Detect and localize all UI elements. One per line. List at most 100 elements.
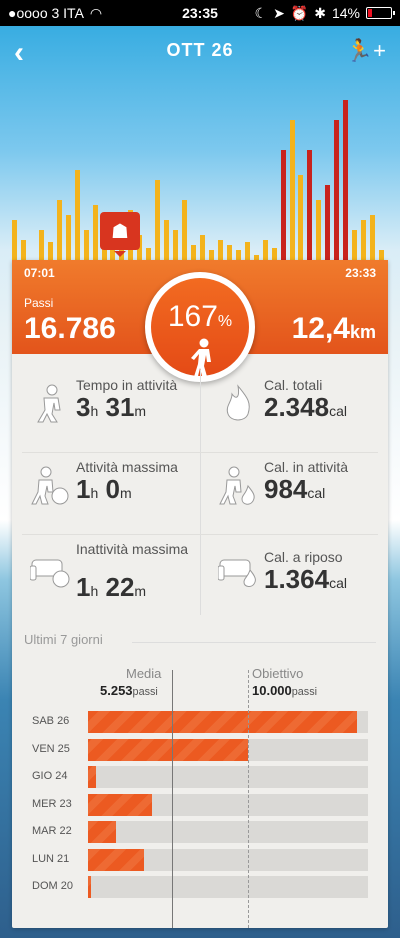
status-bar: ●oooo 3 ITA ◠ 23:35 ☾ ➤ ⏰ ✱ 14% — [0, 0, 400, 26]
day-label: LUN 21 — [32, 852, 70, 865]
meditation-marker-icon[interactable]: ☗ — [100, 212, 140, 257]
distance-number: 12,4 — [291, 312, 350, 345]
runner-icon — [37, 384, 61, 423]
day-label: DOM 20 — [32, 880, 73, 892]
day-bar-fill — [88, 793, 153, 816]
goal-percent-unit: % — [217, 313, 233, 330]
stat-max-activity: Attività massima 1h 0m — [12, 452, 200, 532]
day-bar-fill — [88, 738, 248, 761]
day-label: MAR 22 — [32, 825, 72, 837]
day-bar-track — [88, 738, 368, 761]
day-label: GIO 24 — [32, 770, 68, 782]
page-title: OTT 26 — [166, 40, 234, 60]
goal-progress-circle[interactable]: 167% — [145, 272, 255, 382]
stat-label: Cal. in attività — [264, 459, 349, 475]
moon-icon: ☾ — [254, 4, 268, 21]
goal-line — [248, 670, 249, 928]
day-row[interactable]: MAR 22 — [12, 819, 388, 846]
histogram-bar — [217, 240, 223, 260]
histogram-bar — [155, 180, 161, 260]
day-bar-fill — [88, 766, 97, 788]
goal-label: Obiettivo — [252, 666, 304, 681]
histogram-bar — [235, 250, 241, 260]
end-time: 23:33 — [345, 266, 376, 280]
stat-value: 984cal — [264, 474, 326, 504]
histogram-bar — [146, 248, 152, 260]
stat-label: Tempo in attività — [76, 377, 178, 393]
day-label: SAB 26 — [32, 715, 70, 727]
goal-percent: 167 — [167, 300, 218, 333]
stat-label: Inattività massima — [76, 541, 189, 557]
histogram-bar — [65, 215, 71, 260]
add-activity-icon[interactable]: 🏃+ — [346, 38, 386, 64]
histogram-bar — [316, 200, 322, 260]
summary-panel: 07:01 23:33 Passi 16.786 12,4km 167% Tem… — [12, 260, 388, 928]
day-row[interactable]: VEN 25 — [12, 737, 388, 764]
stat-label: Cal. totali — [264, 377, 323, 393]
stat-value: 1h 0m — [76, 474, 132, 504]
day-bar-track — [88, 711, 368, 733]
stat-label: Cal. a riposo — [264, 549, 343, 565]
histogram-bar — [20, 240, 26, 260]
day-row[interactable]: MER 23 — [12, 792, 388, 819]
histogram-bar — [325, 185, 331, 260]
header: ‹ OTT 26 🏃+ — [0, 26, 400, 76]
day-bar-track — [88, 848, 368, 871]
wifi-icon: ◠ — [89, 4, 103, 21]
day-bar-track — [88, 766, 368, 788]
stat-label: Attività massima — [76, 459, 178, 475]
day-bar-track — [88, 876, 368, 898]
histogram-bar — [173, 230, 179, 260]
histogram-bar — [370, 215, 376, 260]
day-row[interactable]: GIO 24 — [12, 764, 388, 791]
runner-flame-icon — [219, 466, 255, 505]
stat-active-time: Tempo in attività 3h 31m — [12, 370, 200, 450]
stat-value: 2.348cal — [264, 392, 347, 422]
histogram-bar — [12, 220, 17, 260]
histogram-bar — [352, 230, 358, 260]
day-bar-fill — [88, 876, 91, 898]
histogram-bar — [262, 240, 268, 260]
histogram-bar — [226, 245, 232, 260]
histogram-bar — [92, 205, 98, 260]
location-icon: ➤ — [273, 4, 285, 21]
histogram-bar — [280, 150, 286, 260]
histogram-bar — [289, 120, 295, 260]
flame-icon — [226, 384, 250, 421]
histogram-bar — [38, 230, 44, 260]
alarm-icon: ⏰ — [290, 4, 309, 21]
week-title: Ultimi 7 giorni — [24, 632, 103, 647]
distance-unit: km — [349, 322, 376, 342]
day-bar-fill — [88, 848, 144, 871]
stat-value: 1h 22m — [76, 572, 147, 602]
histogram-bar — [379, 250, 385, 260]
day-bar-fill — [88, 711, 357, 733]
histogram-bar — [56, 200, 62, 260]
day-bar-track — [88, 793, 368, 816]
histogram-bar — [334, 120, 340, 260]
stat-active-calories: Cal. in attività 984cal — [200, 452, 388, 532]
distance-value: 12,4km — [292, 312, 376, 346]
sofa-clock-icon — [30, 559, 70, 588]
carrier-label: ●oooo 3 ITA — [8, 5, 84, 21]
day-row[interactable]: LUN 21 — [12, 847, 388, 874]
histogram-bar — [74, 170, 80, 260]
histogram-bar — [307, 150, 313, 260]
histogram-bar — [343, 100, 349, 260]
day-row[interactable]: DOM 20 — [12, 874, 388, 901]
histogram-bar — [47, 242, 53, 260]
steps-label: Passi — [24, 296, 54, 310]
histogram-bar — [244, 242, 250, 260]
bluetooth-icon: ✱ — [314, 4, 326, 21]
histogram-bar — [164, 220, 170, 260]
activity-histogram[interactable] — [12, 80, 388, 260]
day-label: MER 23 — [32, 797, 72, 810]
histogram-bar — [271, 248, 277, 260]
stat-value: 3h 31m — [76, 392, 147, 422]
average-label: Media — [126, 666, 162, 681]
day-row[interactable]: SAB 26 — [12, 709, 388, 736]
stat-max-inactivity: Inattività massima 1h 22m — [12, 534, 200, 614]
battery-percent: 14% — [331, 5, 360, 21]
day-label: VEN 25 — [32, 742, 70, 755]
histogram-bar — [191, 245, 197, 260]
